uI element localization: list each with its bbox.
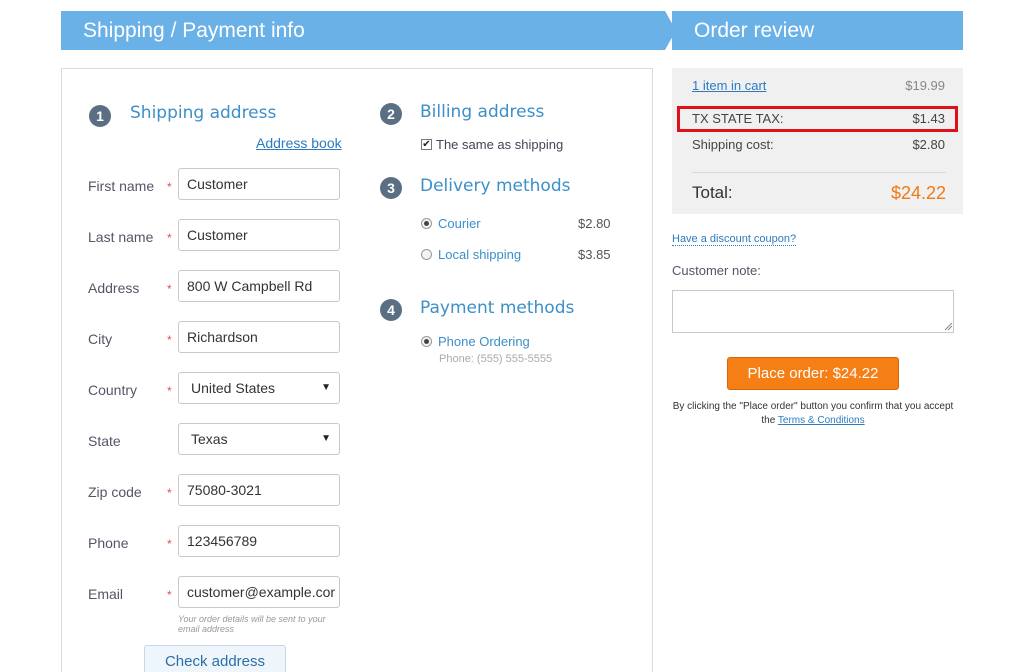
discount-coupon-link[interactable]: Have a discount coupon? [672, 233, 797, 246]
required-mark: * [167, 486, 172, 500]
summary-divider [692, 172, 946, 173]
terms-link[interactable]: Terms & Conditions [778, 415, 865, 426]
zip-code-input[interactable]: 75080-3021 [178, 474, 340, 506]
tax-highlight-box [677, 106, 958, 132]
required-mark: * [167, 537, 172, 551]
customer-note-textarea[interactable] [672, 290, 954, 333]
country-label: Country [88, 382, 138, 398]
required-mark: * [167, 384, 172, 398]
delivery-courier-price: $2.80 [578, 216, 611, 231]
zip-code-label: Zip code [88, 484, 142, 500]
payment-methods-title: Payment methods [420, 298, 575, 318]
check-address-button[interactable]: Check address [144, 645, 286, 672]
triangle-down-icon: ▼ [321, 382, 331, 393]
step-number-3: 3 [380, 177, 402, 199]
cart-subtotal: $19.99 [905, 78, 945, 93]
first-name-label: First name [88, 178, 155, 194]
shipping-cost-value: $2.80 [912, 137, 945, 152]
state-label: State [88, 433, 121, 449]
shipping-cost-label: Shipping cost: [692, 137, 774, 152]
state-select-value: Texas [191, 431, 228, 447]
same-as-shipping-label: The same as shipping [436, 137, 564, 152]
payment-phone-detail: Phone: (555) 555-5555 [439, 353, 553, 365]
delivery-local-price: $3.85 [578, 247, 611, 262]
delivery-courier-label[interactable]: Courier [438, 216, 481, 231]
required-mark: * [167, 333, 172, 347]
country-select[interactable]: United States ▼ [178, 372, 340, 404]
first-name-input[interactable]: Customer [178, 168, 340, 200]
same-as-shipping-checkbox[interactable]: ✔ [421, 139, 432, 150]
billing-address-title: Billing address [420, 102, 545, 122]
cart-row: 1 item in cart $19.99 [692, 78, 945, 93]
terms-notice: By clicking the "Place order" button you… [672, 400, 954, 428]
resize-grip-icon[interactable] [944, 322, 953, 331]
delivery-courier-radio[interactable] [421, 218, 432, 229]
address-book-link[interactable]: Address book [256, 135, 342, 151]
payment-phone-radio[interactable] [421, 336, 432, 347]
phone-label: Phone [88, 535, 129, 551]
shipping-cost-row: Shipping cost: $2.80 [692, 137, 945, 152]
delivery-local-label[interactable]: Local shipping [438, 247, 521, 262]
address-label: Address [88, 280, 140, 296]
delivery-methods-title: Delivery methods [420, 176, 571, 196]
email-input[interactable]: customer@example.cor [178, 576, 340, 608]
cart-items-link[interactable]: 1 item in cart [692, 78, 766, 93]
step-number-4: 4 [380, 299, 402, 321]
customer-note-label: Customer note: [672, 263, 761, 278]
triangle-down-icon: ▼ [321, 433, 331, 444]
step-number-1: 1 [89, 105, 111, 127]
address-input[interactable]: 800 W Campbell Rd [178, 270, 340, 302]
step-number-2: 2 [380, 103, 402, 125]
phone-input[interactable]: 123456789 [178, 525, 340, 557]
checkout-form-panel [61, 68, 653, 672]
state-select[interactable]: Texas ▼ [178, 423, 340, 455]
total-value: $24.22 [890, 183, 946, 203]
required-mark: * [167, 588, 172, 602]
total-label: Total: [692, 183, 733, 202]
email-label: Email [88, 586, 124, 602]
place-order-button[interactable]: Place order: $24.22 [727, 357, 899, 390]
city-label: City [88, 331, 113, 347]
city-input[interactable]: Richardson [178, 321, 340, 353]
last-name-label: Last name [88, 229, 154, 245]
order-review-title: Order review [694, 19, 815, 42]
shipping-payment-title: Shipping / Payment info [83, 19, 305, 42]
order-review-header: Order review [672, 11, 963, 50]
email-hint: Your order details will be sent to your … [178, 614, 326, 634]
last-name-input[interactable]: Customer [178, 219, 340, 251]
required-mark: * [167, 180, 172, 194]
required-mark: * [167, 282, 172, 296]
delivery-local-radio[interactable] [421, 249, 432, 260]
shipping-payment-header: Shipping / Payment info [61, 11, 665, 50]
country-select-value: United States [191, 380, 276, 396]
required-mark: * [167, 231, 172, 245]
payment-phone-label[interactable]: Phone Ordering [438, 334, 530, 349]
shipping-address-title: Shipping address [130, 103, 277, 123]
